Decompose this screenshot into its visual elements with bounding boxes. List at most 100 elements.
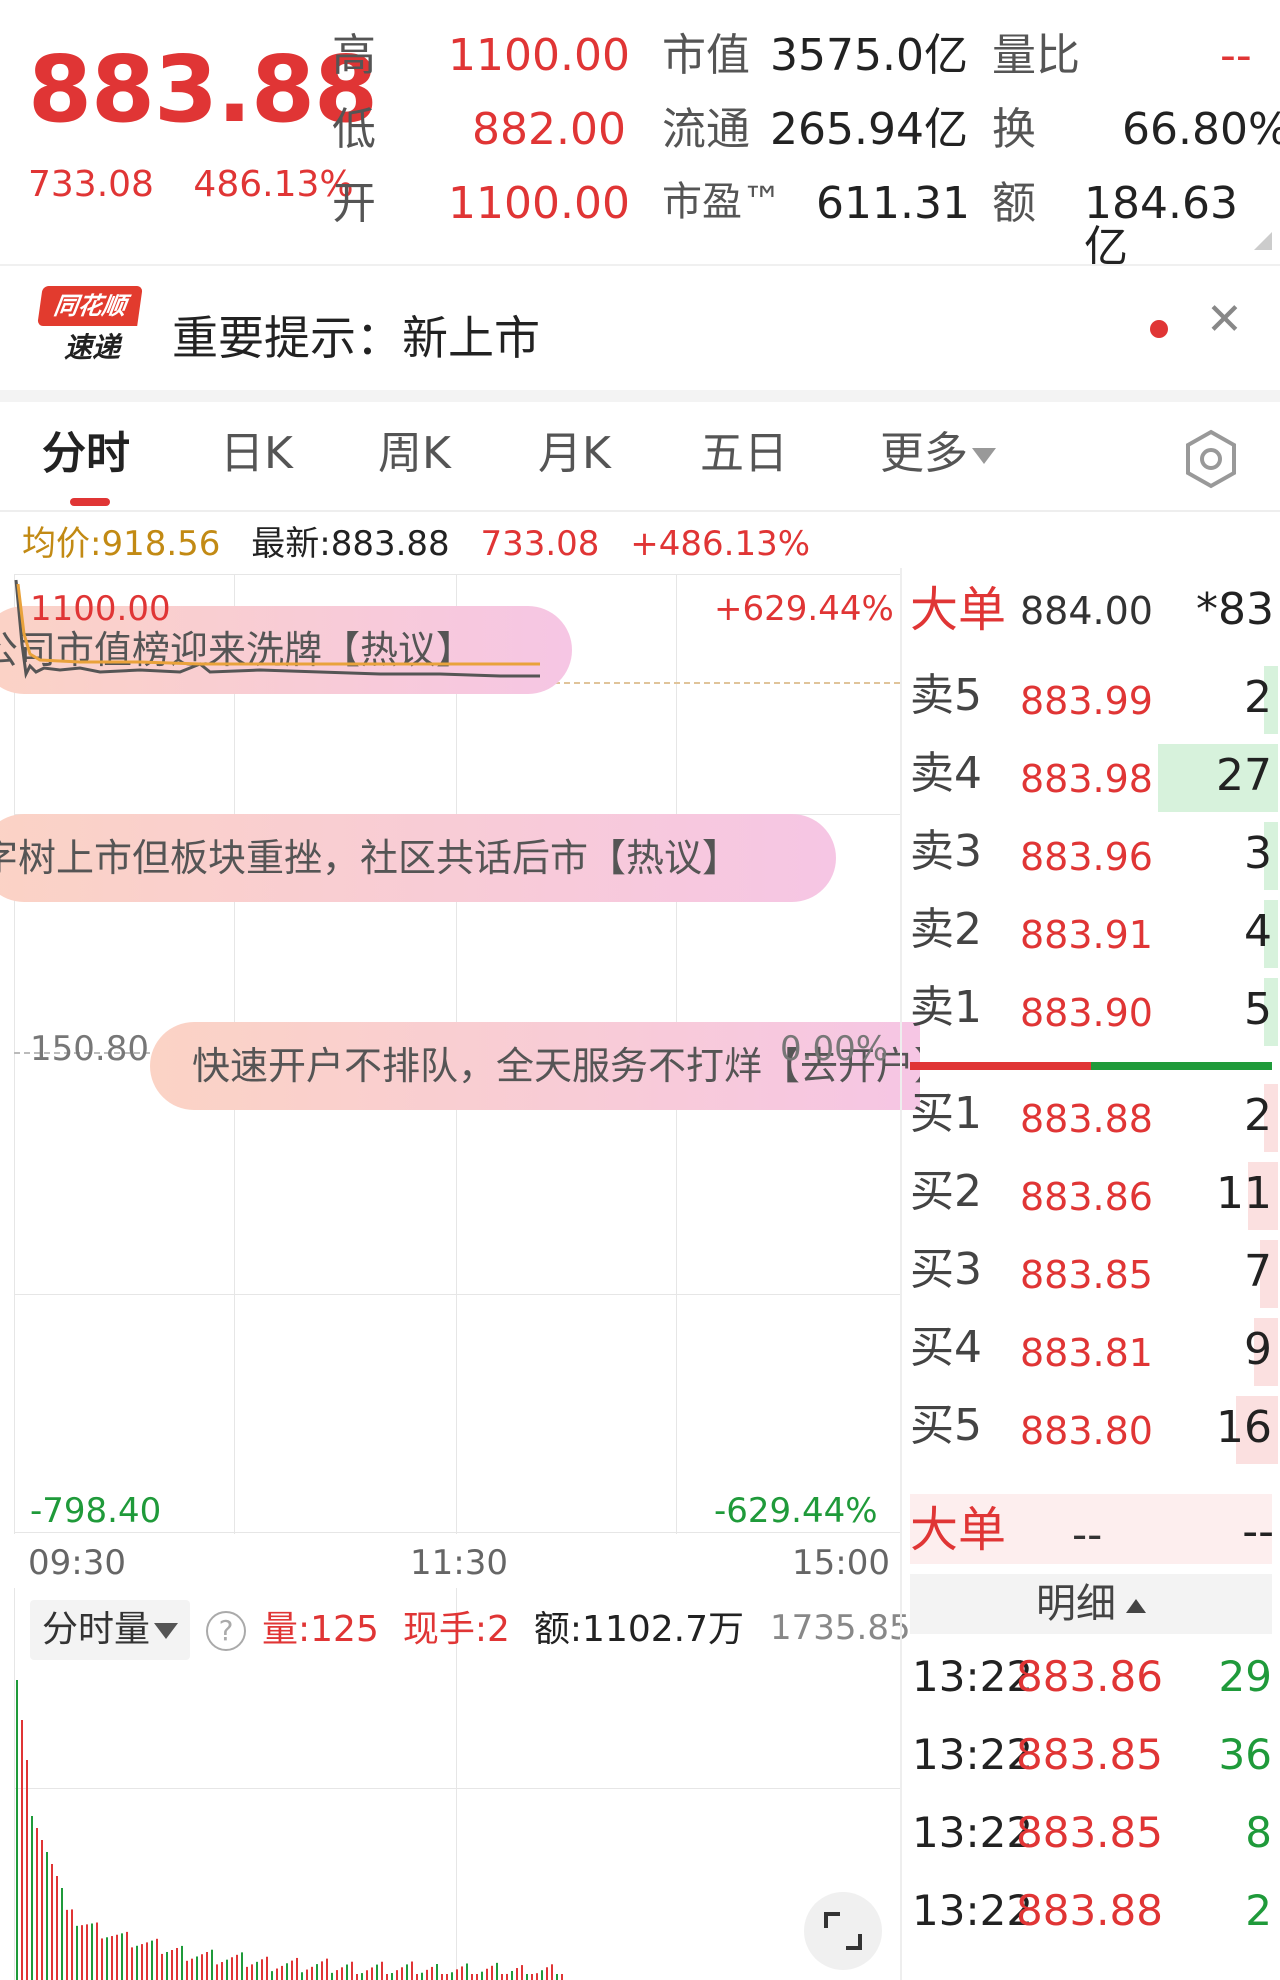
fullscreen-button[interactable]	[804, 1892, 882, 1970]
volume-bar	[171, 1950, 173, 1980]
volume-bar	[476, 1974, 478, 1980]
expand-corner-icon[interactable]	[1254, 232, 1272, 250]
level-label: 卖3	[910, 826, 982, 877]
tab-monthly-k[interactable]: 月K	[538, 432, 611, 476]
buy-level-row[interactable]: 买3 883.85 7	[902, 1236, 1278, 1314]
active-tab-indicator	[70, 498, 110, 506]
level-volume: 7	[1244, 1246, 1272, 1297]
notice-banner[interactable]: 同花顺 速递 重要提示：新上市 ✕	[0, 264, 1280, 388]
volume-bar	[336, 1970, 338, 1980]
tick-volume: 2	[1245, 1886, 1272, 1935]
volume-bar	[451, 1972, 453, 1980]
volume-bar	[211, 1949, 213, 1980]
volume-bar	[441, 1974, 443, 1980]
level-volume: 4	[1244, 906, 1272, 957]
big-order-volume: *83	[1196, 584, 1274, 635]
volume-panel[interactable]: 分时量? 量:125 现手:2 额:1102.7万 1735.85	[0, 1588, 911, 1980]
volume-toolbar: 分时量? 量:125 现手:2 额:1102.7万	[30, 1600, 744, 1660]
volume-bar	[311, 1966, 313, 1980]
volume-bar	[366, 1970, 368, 1980]
level-label: 买5	[910, 1400, 982, 1451]
tab-weekly-k[interactable]: 周K	[378, 432, 451, 476]
big-order-label-2: 大单	[910, 1502, 1007, 1558]
volume-bar	[116, 1934, 118, 1980]
order-book: 大单 884.00 *83 卖5 883.99 2 卖4 883.98 27 卖3 883.9…	[900, 568, 1280, 1980]
level-price: 883.91	[1020, 913, 1153, 957]
volume-bar	[306, 1969, 308, 1980]
bid-ask-ratio-bar	[910, 1062, 1272, 1070]
sell-level-row[interactable]: 卖3 883.96 3	[902, 818, 1278, 896]
logo-bottom-text: 速递	[63, 331, 120, 364]
volume-bar	[91, 1923, 93, 1980]
tick-price: 883.88	[1016, 1886, 1163, 1935]
amount-value: 184.63亿	[1084, 178, 1238, 273]
open-label: 开	[332, 178, 376, 229]
tick-price: 883.85	[1016, 1808, 1163, 1857]
pe-label: 市盈™	[662, 179, 782, 225]
volume-bar	[151, 1940, 153, 1980]
details-toggle[interactable]: 明细	[910, 1574, 1272, 1634]
level-label: 卖2	[910, 904, 982, 955]
volume-bar	[491, 1965, 493, 1980]
volume-bar	[501, 1974, 503, 1980]
chevron-up-icon	[1126, 1599, 1146, 1613]
level-price: 883.86	[1020, 1175, 1153, 1219]
open-value: 1100.00	[448, 178, 630, 229]
buy-level-row[interactable]: 买4 883.81 9	[902, 1314, 1278, 1392]
volume-bar	[381, 1961, 383, 1980]
level-price: 883.85	[1020, 1253, 1153, 1297]
avg-price: 均价:918.56	[22, 524, 221, 564]
volume-bar	[506, 1973, 508, 1980]
last-price: 883.88	[28, 36, 378, 143]
pct-axis-top: +629.44%	[714, 589, 894, 629]
level-price: 883.98	[1020, 757, 1153, 801]
volume-bar	[46, 1852, 48, 1980]
volume-bar	[281, 1965, 283, 1980]
details-label: 明细	[1036, 1581, 1116, 1627]
volume-bar	[526, 1974, 528, 1980]
volume-bar	[61, 1888, 63, 1980]
volume-bar	[201, 1954, 203, 1980]
intraday-chart[interactable]: 公司市值榜迎来洗牌【热议】 字树上市但板块重挫，社区共话后市【热议】 1100.…	[0, 574, 920, 1534]
volume-type-select[interactable]: 分时量	[30, 1600, 191, 1660]
notice-text: 重要提示：新上市	[172, 311, 540, 365]
tab-five-day[interactable]: 五日	[700, 432, 788, 476]
sell-level-row[interactable]: 卖4 883.98 27	[902, 740, 1278, 818]
level-label: 买3	[910, 1244, 982, 1295]
buy-level-row[interactable]: 买2 883.86 11	[902, 1158, 1278, 1236]
volume-ratio-value: --	[1220, 30, 1252, 81]
volume-axis-top: 1735.85	[770, 1608, 911, 1648]
sell-level-row[interactable]: 卖1 883.90 5	[902, 974, 1278, 1052]
volume-bar	[406, 1964, 408, 1980]
volume-bar	[16, 1680, 18, 1980]
brand-logo: 同花顺 速递	[37, 286, 144, 370]
volume-bar	[266, 1956, 268, 1980]
level-volume: 2	[1244, 1090, 1272, 1141]
tab-daily-k[interactable]: 日K	[220, 432, 293, 476]
volume-bar	[226, 1959, 228, 1980]
price-change: 733.08	[28, 164, 154, 205]
tab-more[interactable]: 更多	[880, 432, 996, 476]
volume-amount: 额:1102.7万	[533, 1609, 745, 1650]
help-icon[interactable]: ?	[206, 1611, 247, 1651]
close-icon[interactable]: ✕	[1206, 298, 1243, 342]
volume-bar	[341, 1967, 343, 1980]
buy-level-row[interactable]: 买1 883.88 2	[902, 1080, 1278, 1158]
sell-level-row[interactable]: 卖5 883.99 2	[902, 662, 1278, 740]
volume-bar	[236, 1954, 238, 1980]
volume-bar	[511, 1971, 513, 1980]
current-hand: 现手:2	[402, 1609, 510, 1650]
volume-bar	[186, 1960, 188, 1980]
level-price: 883.96	[1020, 835, 1153, 879]
buy-level-row[interactable]: 买5 883.80 16	[902, 1392, 1278, 1470]
level-price: 883.80	[1020, 1409, 1153, 1453]
sell-level-row[interactable]: 卖2 883.91 4	[902, 896, 1278, 974]
pe-value: 611.31	[816, 178, 970, 229]
volume-bar	[396, 1970, 398, 1980]
volume-bar	[21, 1720, 23, 1980]
turnover-value: 66.80%	[1122, 104, 1280, 155]
volume-bar	[246, 1966, 248, 1980]
tab-intraday[interactable]: 分时	[42, 432, 130, 476]
level-volume: 5	[1244, 984, 1272, 1035]
settings-icon[interactable]	[1180, 428, 1242, 490]
